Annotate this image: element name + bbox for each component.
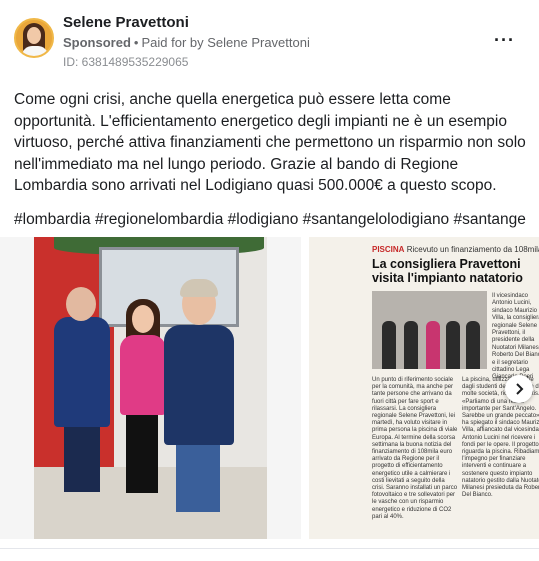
more-options-icon[interactable]: ··· [494,30,515,51]
post-hashtags[interactable]: #lombardia #regionelombardia #lodigiano … [14,209,526,230]
sponsored-label: Sponsored [63,35,131,50]
newspaper-kicker-text: Ricevuto un finanziamento da 108mila eur… [406,245,539,254]
sponsored-line: Sponsored • Paid for by Selene Pravettoni [63,35,310,50]
divider [0,548,539,549]
ad-post-card: Selene Pravettoni Sponsored • Paid for by … [0,0,539,561]
media-carousel[interactable]: PISCINA Ricevuto un finanziamento da 108… [0,237,539,539]
carousel-slide-photo[interactable] [0,237,301,539]
carousel-next-button[interactable] [505,375,533,403]
group-photo [34,237,267,539]
newspaper-caption: Il vicesindaco Antonio Lucini, sindaco M… [492,293,539,381]
paid-for-text: Paid for by Selene Pravettoni [141,35,310,50]
author-name[interactable]: Selene Pravettoni [63,14,189,31]
chevron-right-icon [516,383,524,395]
post-body-text: Come ogni crisi, anche quella energetica… [14,91,526,194]
author-avatar[interactable] [14,18,54,58]
newspaper-column-1: Un punto di riferimento sociale per la c… [372,377,458,520]
newspaper-kicker: PISCINA Ricevuto un finanziamento da 108… [372,245,539,254]
newspaper-photo [372,291,487,369]
newspaper-title: La consigliera Pravettoni visita l'impia… [372,257,523,285]
separator-dot: • [133,35,139,50]
ad-id: ID: 6381489535229065 [63,55,189,69]
newspaper-section: PISCINA [372,245,405,254]
